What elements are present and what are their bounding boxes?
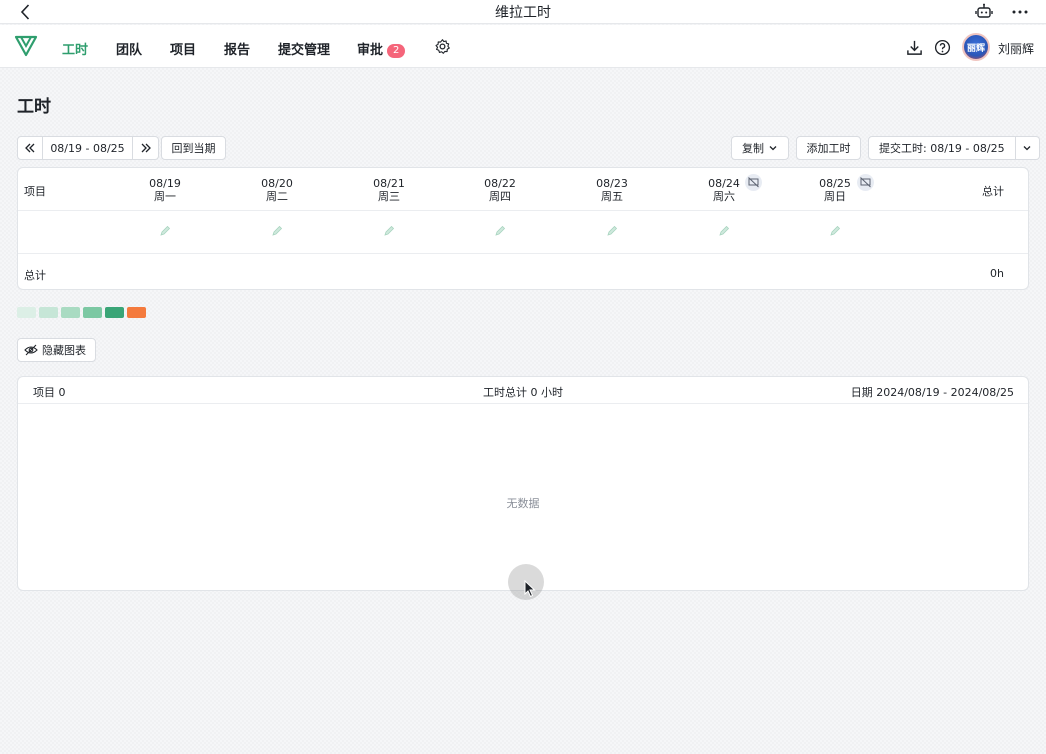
day-header-wed: 08/21 周三 [359,177,419,203]
legend-swatch [105,307,124,318]
double-chevron-right-icon [141,143,151,153]
day-weekday: 周四 [489,190,511,203]
pencil-icon[interactable] [718,225,730,237]
pencil-icon[interactable] [606,225,618,237]
day-header-thu: 08/22 周四 [470,177,530,203]
summary-panel: 项目 0 工时总计 0 小时 日期 2024/08/19 - 2024/08/2… [17,376,1029,591]
date-range-label: 日期 2024/08/19 - 2024/08/25 [850,386,1014,399]
date-range-display[interactable]: 08/19 - 08/25 [43,136,133,160]
legend-swatch [61,307,80,318]
top-nav: 工时 团队 项目 报告 提交管理 审批 2 丽辉 刘丽辉 [0,25,1046,68]
add-hours-button[interactable]: 添加工时 [796,136,861,160]
mouse-cursor-icon [524,580,536,598]
help-icon[interactable] [934,39,951,56]
day-date: 08/20 [261,177,293,190]
summary-header: 项目 0 工时总计 0 小时 日期 2024/08/19 - 2024/08/2… [18,377,1028,404]
chevron-down-icon [1023,146,1031,151]
pencil-icon[interactable] [159,225,171,237]
more-icon[interactable] [1010,2,1030,22]
submit-hours-split-button: 提交工时: 08/19 - 08/25 [868,136,1040,160]
day-weekday: 周五 [601,190,623,203]
nav-item-reports[interactable]: 报告 [224,39,250,58]
double-chevron-left-icon [25,143,35,153]
download-icon[interactable] [906,39,923,56]
day-header-fri: 08/23 周五 [582,177,642,203]
submit-hours-button[interactable]: 提交工时: 08/19 - 08/25 [868,136,1016,160]
window-title: 维拉工时 [495,4,551,21]
non-working-day-icon[interactable] [745,174,762,191]
robot-icon[interactable] [974,2,994,22]
heatmap-legend [17,307,146,318]
hide-chart-button[interactable]: 隐藏图表 [17,338,96,362]
week-timesheet-table: 项目 08/19 周一 08/20 周二 08/21 周三 08/22 周四 0… [17,167,1029,290]
project-column-header: 项目 [24,185,46,198]
non-working-day-icon[interactable] [857,174,874,191]
eye-off-icon [24,344,38,356]
day-date: 08/22 [484,177,516,190]
date-navigator: 08/19 - 08/25 [17,136,159,160]
back-to-current-button[interactable]: 回到当期 [161,136,226,160]
submit-hours-dropdown[interactable] [1015,136,1040,160]
day-header-sun: 08/25 周日 [805,177,865,203]
legend-swatch [127,307,146,318]
page-title: 工时 [17,97,51,117]
nav-item-team[interactable]: 团队 [116,39,142,58]
copy-button[interactable]: 复制 [731,136,789,160]
day-date: 08/19 [149,177,181,190]
nav-item-submissions[interactable]: 提交管理 [278,39,330,58]
pencil-icon[interactable] [494,225,506,237]
day-date: 08/21 [373,177,405,190]
table-row [18,211,1028,254]
pencil-icon[interactable] [829,225,841,237]
pencil-icon[interactable] [271,225,283,237]
chevron-down-icon [769,146,777,151]
user-name[interactable]: 刘丽辉 [998,40,1034,57]
legend-swatch [83,307,102,318]
nav-item-hours[interactable]: 工时 [62,39,88,58]
window-titlebar: 维拉工时 [0,0,1046,24]
footer-total-value: 0h [990,267,1004,280]
nav-item-projects[interactable]: 项目 [170,39,196,58]
day-weekday: 周一 [154,190,176,203]
gear-icon[interactable] [434,38,451,55]
avatar[interactable]: 丽辉 [962,33,990,61]
prev-week-button[interactable] [17,136,43,160]
empty-state: 无数据 [506,497,540,510]
nav-item-approvals[interactable]: 审批 2 [357,39,406,58]
day-weekday: 周二 [266,190,288,203]
back-arrow-icon[interactable] [16,2,36,22]
hide-chart-label: 隐藏图表 [42,344,86,357]
footer-total-label: 总计 [24,269,46,282]
copy-button-label: 复制 [742,142,764,155]
day-weekday: 周六 [713,190,735,203]
total-column-header: 总计 [982,185,1004,198]
table-header-row: 项目 08/19 周一 08/20 周二 08/21 周三 08/22 周四 0… [18,168,1028,211]
app-logo-icon[interactable] [14,34,38,58]
pencil-icon[interactable] [383,225,395,237]
legend-swatch [39,307,58,318]
next-week-button[interactable] [133,136,159,160]
legend-swatch [17,307,36,318]
nav-item-approvals-label: 审批 [357,43,384,58]
day-date: 08/23 [596,177,628,190]
day-date: 08/25 [819,177,851,190]
day-header-tue: 08/20 周二 [247,177,307,203]
approvals-count-badge: 2 [387,44,406,58]
day-header-mon: 08/19 周一 [135,177,195,203]
day-weekday: 周三 [378,190,400,203]
table-footer-row: 总计 0h [18,254,1028,289]
avatar-text: 丽辉 [966,43,985,54]
day-weekday: 周日 [824,190,846,203]
